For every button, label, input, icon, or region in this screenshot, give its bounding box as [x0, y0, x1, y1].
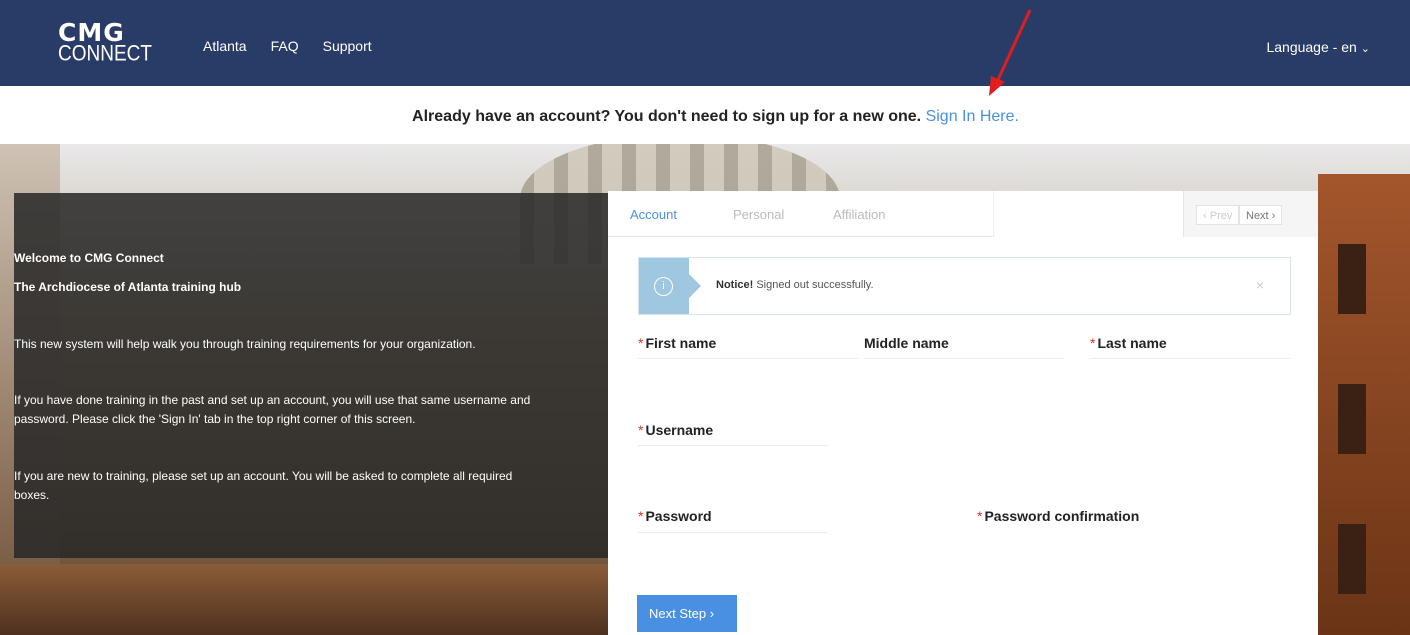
welcome-subtitle: The Archdiocese of Atlanta training hub — [14, 280, 242, 294]
welcome-heading: Welcome to CMG Connect — [14, 251, 164, 265]
last-name-underline — [1090, 358, 1290, 359]
next-button[interactable]: Next › — [1239, 205, 1283, 225]
username-field[interactable] — [638, 443, 838, 465]
password-label: * Password — [638, 508, 712, 524]
top-navbar: CMG CONNECT Atlanta FAQ Support Language… — [0, 0, 1410, 86]
next-label: Next — [1246, 210, 1269, 222]
notice-icon-box: i — [639, 258, 701, 314]
last-name-label-text: Last name — [1097, 335, 1167, 351]
username-label-text: Username — [645, 422, 714, 438]
step-pager: ‹ Prev Next › — [1183, 191, 1318, 237]
notice-title: Notice! — [716, 279, 754, 291]
required-asterisk: * — [638, 508, 644, 524]
language-label: Language - en — [1266, 39, 1357, 55]
language-selector[interactable]: Language - en ⌄ — [1266, 39, 1370, 55]
password-confirmation-label: * Password confirmation — [977, 508, 1139, 524]
close-icon[interactable]: × — [1256, 277, 1264, 293]
info-paragraph-1: This new system will help walk you throu… — [14, 337, 476, 351]
info-paragraph-3-line-1: If you are new to training, please set u… — [14, 469, 513, 483]
photo-street — [0, 564, 610, 635]
existing-account-notice: Already have an account? You don't need … — [0, 108, 1410, 126]
tabs-spacer — [993, 191, 1183, 237]
username-underline — [638, 445, 828, 446]
info-paragraph-3-line-2: boxes. — [14, 488, 50, 502]
required-asterisk: * — [1090, 335, 1096, 351]
photo-window — [1338, 384, 1366, 454]
middle-name-label-text: Middle name — [864, 335, 949, 351]
tab-affiliation[interactable]: Affiliation — [833, 207, 886, 222]
info-paragraph-2-line-1: If you have done training in the past an… — [14, 393, 531, 407]
middle-name-underline — [864, 358, 1064, 359]
notice-text: Signed out successfully. — [756, 279, 874, 291]
info-icon: i — [654, 277, 673, 296]
tab-account[interactable]: Account — [630, 207, 677, 222]
notice-alert: i Notice! Signed out successfully. × — [638, 257, 1291, 315]
first-name-underline — [638, 358, 858, 359]
tab-personal[interactable]: Personal — [733, 207, 784, 222]
required-asterisk: * — [638, 335, 644, 351]
required-asterisk: * — [638, 422, 644, 438]
middle-name-label: Middle name — [864, 335, 949, 351]
nav-links: Atlanta FAQ Support — [203, 38, 396, 54]
first-name-label: * First name — [638, 335, 716, 351]
password-label-text: Password — [645, 508, 712, 524]
annotation-arrow-icon — [989, 9, 1032, 96]
prev-label: Prev — [1209, 210, 1233, 222]
prev-button[interactable]: ‹ Prev — [1196, 205, 1240, 225]
notice-message: Notice! Signed out successfully. — [716, 279, 874, 291]
password-confirmation-label-text: Password confirmation — [984, 508, 1140, 524]
chevron-down-icon: ⌄ — [1360, 43, 1370, 55]
nav-link-atlanta[interactable]: Atlanta — [203, 38, 247, 54]
password-confirmation-field[interactable] — [977, 529, 1177, 551]
nav-link-faq[interactable]: FAQ — [271, 38, 299, 54]
next-step-button[interactable]: Next Step › — [637, 595, 737, 632]
photo-window — [1338, 524, 1366, 594]
first-name-label-text: First name — [645, 335, 717, 351]
logo-text-bottom: CONNECT — [58, 41, 152, 66]
photo-window — [1338, 244, 1366, 314]
last-name-label: * Last name — [1090, 335, 1167, 351]
username-label: * Username — [638, 422, 713, 438]
sign-in-link[interactable]: Sign In Here. — [926, 108, 1019, 125]
nav-link-support[interactable]: Support — [323, 38, 372, 54]
existing-account-text: Already have an account? You don't need … — [412, 108, 922, 125]
signup-form-card: Account Personal Affiliation ‹ Prev Next… — [608, 191, 1318, 635]
cmg-connect-logo[interactable]: CMG CONNECT — [58, 20, 152, 66]
required-asterisk: * — [977, 508, 983, 524]
welcome-info-panel: Welcome to CMG Connect The Archdiocese o… — [14, 193, 608, 558]
password-underline — [638, 532, 828, 533]
photo-building-right — [1318, 174, 1410, 635]
form-tabs: Account Personal Affiliation ‹ Prev Next… — [608, 191, 1318, 237]
info-paragraph-2-line-2: password. Please click the 'Sign In' tab… — [14, 412, 416, 426]
